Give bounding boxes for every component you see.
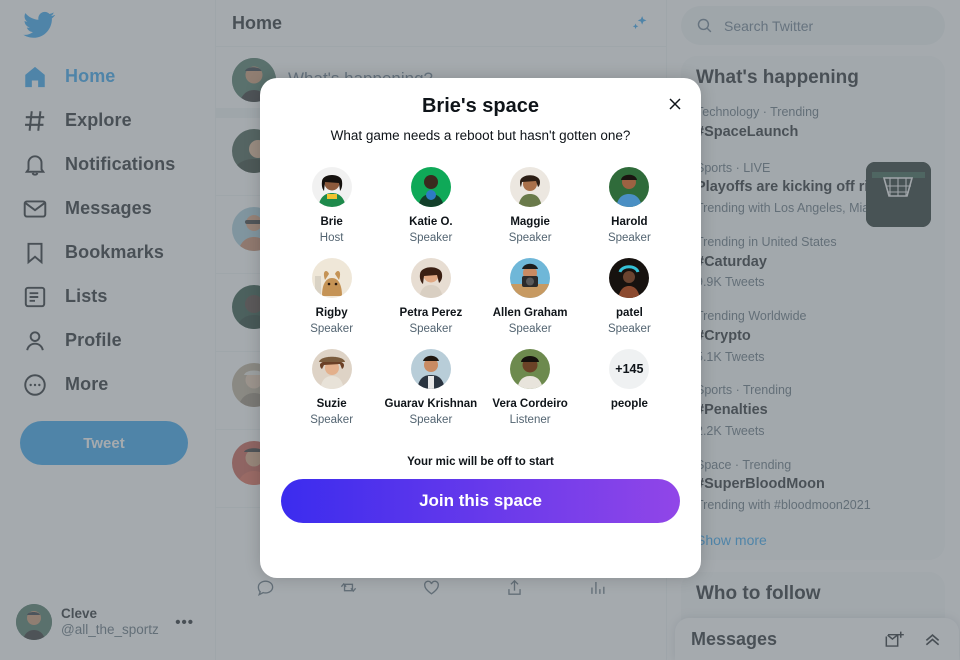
avatar [311, 258, 352, 298]
twitter-spaces-screen: Home Explore Notifications Messages Book… [0, 0, 960, 660]
participant-name: Guarav Krishnan [384, 398, 478, 410]
participant-name: Brie [320, 216, 343, 228]
participant[interactable]: Maggie Speaker [481, 167, 580, 244]
participant-role: Speaker [409, 232, 453, 244]
participants-grid: Brie Host Katie O. Speaker Maggie Speake… [260, 143, 701, 426]
avatar [510, 349, 551, 389]
participant[interactable]: Harold Speaker [580, 167, 679, 244]
avatar [311, 167, 352, 207]
participant-name: patel [615, 307, 643, 319]
avatar [609, 167, 650, 207]
participant[interactable]: Katie O. Speaker [381, 167, 480, 244]
participant-role: Speaker [508, 232, 552, 244]
join-space-button[interactable]: Join this space [281, 479, 680, 523]
avatar [510, 167, 551, 207]
space-subtitle: What game needs a reboot but hasn't gott… [330, 128, 631, 143]
participant-overflow[interactable]: +145 people [580, 349, 679, 426]
participant-role: Host [319, 232, 344, 244]
overflow-label: people [610, 398, 648, 410]
avatar [410, 167, 451, 207]
participant-name: Vera Cordeiro [492, 398, 568, 410]
avatar [510, 258, 551, 298]
participant-role: Speaker [607, 232, 651, 244]
participant-name: Rigby [315, 307, 348, 319]
participant-role: Speaker [310, 323, 354, 335]
participant-role: Speaker [508, 323, 552, 335]
participant-role: Speaker [607, 323, 651, 335]
space-title: Brie's space [421, 95, 540, 117]
participant[interactable]: Allen Graham Speaker [481, 258, 580, 335]
avatar [311, 349, 352, 389]
participant-role: Listener [509, 414, 551, 426]
participant-name: Harold [611, 216, 648, 228]
participant[interactable]: Vera Cordeiro Listener [481, 349, 580, 426]
participant-role: Speaker [409, 414, 453, 426]
avatar [609, 258, 650, 298]
space-modal: Brie's space What game needs a reboot bu… [260, 78, 701, 578]
participant[interactable]: Suzie Speaker [282, 349, 381, 426]
participant[interactable]: Petra Perez Speaker [381, 258, 480, 335]
participant-name: Suzie [316, 398, 347, 410]
participant[interactable]: patel Speaker [580, 258, 679, 335]
participant-role: Speaker [409, 323, 453, 335]
participant[interactable]: Guarav Krishnan Speaker [381, 349, 480, 426]
overflow-count: +145 [609, 349, 650, 389]
participant-name: Katie O. [409, 216, 453, 228]
participant-name: Petra Perez [399, 307, 463, 319]
participant[interactable]: Brie Host [282, 167, 381, 244]
participant[interactable]: Rigby Speaker [282, 258, 381, 335]
close-icon [668, 97, 681, 110]
participant-name: Maggie [510, 216, 550, 228]
participant-name: Allen Graham [492, 307, 568, 319]
close-button[interactable] [662, 91, 687, 116]
avatar [410, 258, 451, 298]
avatar [410, 349, 451, 389]
participant-role: Speaker [310, 414, 354, 426]
mic-note: Your mic will be off to start [407, 456, 554, 468]
